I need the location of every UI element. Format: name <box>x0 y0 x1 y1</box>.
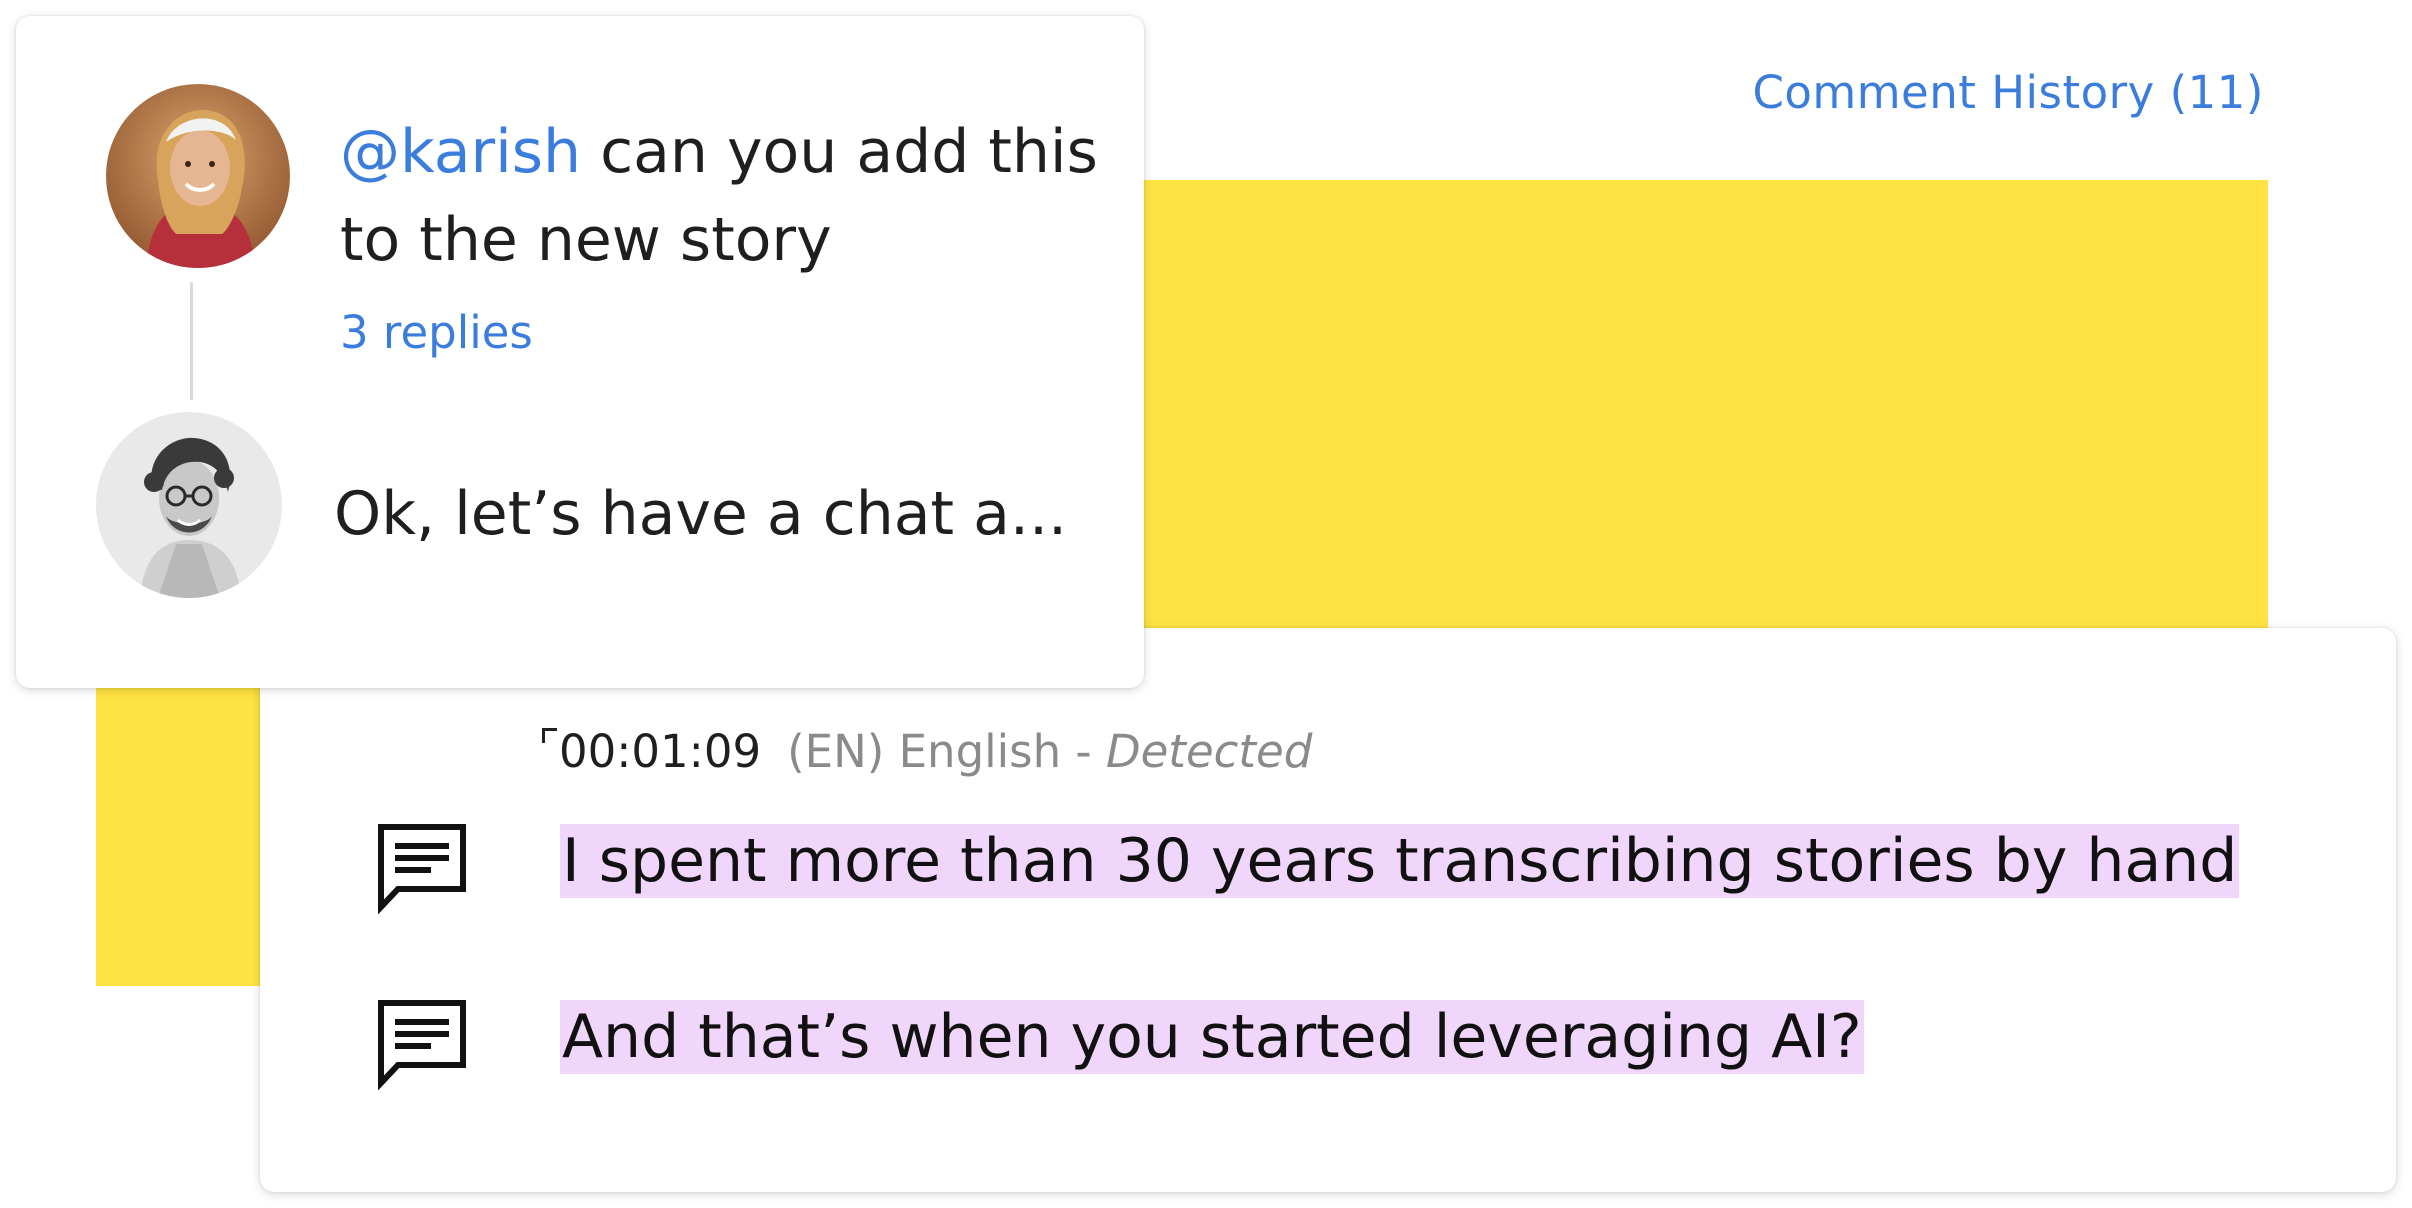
timecode[interactable]: 00:01:09 <box>559 725 761 778</box>
timecode-marker-icon <box>542 728 557 743</box>
replies-link[interactable]: 3 replies <box>340 306 533 359</box>
language-label: (EN) English - <box>787 725 1106 778</box>
timecode-row: 00:01:09 (EN) English - Detected <box>542 722 1312 782</box>
language-detected-label: Detected <box>1105 725 1313 778</box>
thread-connector-line <box>190 282 193 400</box>
comment-thread-card: @karish can you add this to the new stor… <box>16 16 1144 688</box>
comment-icon[interactable] <box>376 998 468 1091</box>
transcript-line[interactable]: I spent more than 30 years transcribing … <box>560 824 2240 898</box>
mention-link[interactable]: @karish <box>340 117 581 187</box>
avatar[interactable] <box>106 84 290 268</box>
transcript-line[interactable]: And that’s when you started leveraging A… <box>560 1000 1864 1074</box>
comment-text: @karish can you add this to the new stor… <box>340 108 1100 284</box>
transcript-card: 00:01:09 (EN) English - Detected I spent … <box>260 628 2396 1192</box>
reply-preview-text[interactable]: Ok, let’s have a chat a... <box>334 474 1124 554</box>
comment-icon[interactable] <box>376 822 468 915</box>
transcript-line-text[interactable]: And that’s when you started leveraging A… <box>560 1000 1864 1074</box>
comment-history-link[interactable]: Comment History (11) <box>1752 66 2264 119</box>
transcript-line-text[interactable]: I spent more than 30 years transcribing … <box>560 824 2240 898</box>
avatar[interactable] <box>96 412 282 598</box>
